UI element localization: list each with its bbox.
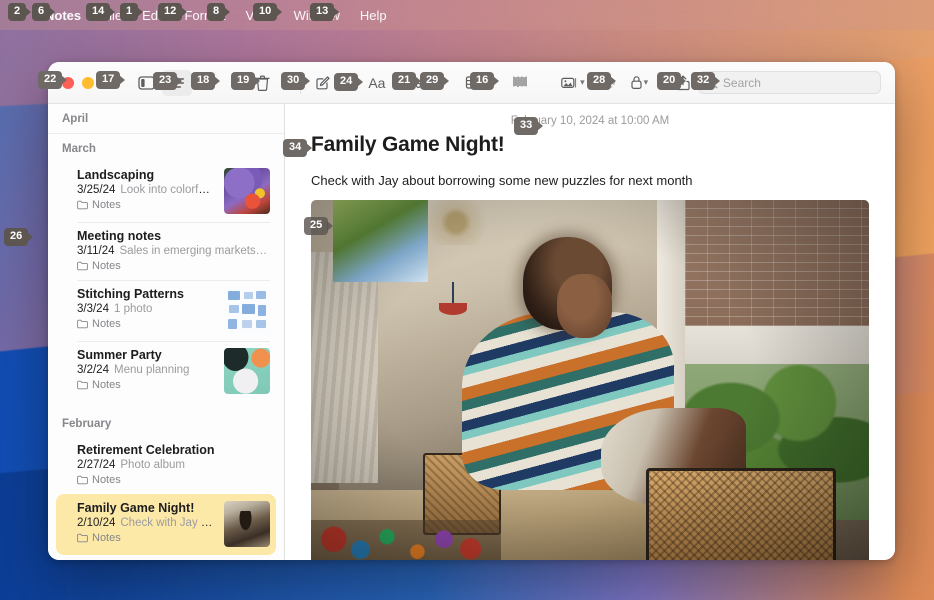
- format-text-icon[interactable]: Aa: [362, 70, 392, 96]
- folder-icon: [77, 533, 88, 543]
- note-thumbnail: [224, 348, 270, 394]
- note-title: Retirement Celebration: [77, 443, 215, 457]
- badge-2: 2: [8, 3, 27, 21]
- badge-23: 23: [153, 72, 178, 90]
- badge-30: 30: [281, 72, 306, 90]
- menu-item-help[interactable]: Help: [350, 6, 397, 25]
- badge-1: 1: [120, 3, 139, 21]
- note-folder: Notes: [77, 318, 216, 330]
- badge-21: 21: [392, 72, 417, 90]
- note-subtitle: 3/11/24 Sales in emerging markets…: [77, 245, 270, 257]
- badge-19: 19: [231, 72, 256, 90]
- note-folder-label: Notes: [92, 532, 121, 544]
- badge-16: 16: [470, 72, 495, 90]
- folder-icon: [77, 319, 88, 329]
- window-body: April March Landscaping 3/25/24 Look into…: [48, 104, 895, 560]
- note-thumbnail: [224, 501, 270, 547]
- note-subtitle: 3/2/24 Menu planning: [77, 364, 216, 376]
- note-subtitle: 3/3/24 1 photo: [77, 303, 216, 315]
- note-title: Family Game Night!: [77, 501, 195, 515]
- note-subtitle: 3/25/24 Look into colorfu…: [77, 184, 216, 196]
- note-snippet: Check with Jay a…: [120, 517, 216, 529]
- badge-8: 8: [207, 3, 226, 21]
- minimize-button[interactable]: [82, 76, 94, 89]
- badge-20: 20: [657, 72, 682, 90]
- badge-33: 33: [514, 117, 539, 135]
- folder-icon: [77, 261, 88, 271]
- note-folder: Notes: [77, 260, 270, 272]
- list-item-selected[interactable]: Family Game Night! 2/10/24 Check with Jay…: [56, 494, 276, 555]
- note-date: 3/3/24: [77, 303, 109, 315]
- note-date: 3/2/24: [77, 364, 109, 376]
- list-item[interactable]: Landscaping 3/25/24 Look into colorfu… No…: [56, 161, 276, 222]
- folder-icon: [77, 200, 88, 210]
- note-content[interactable]: February 10, 2024 at 10:00 AM Family Gam…: [285, 104, 895, 560]
- note-date: 3/11/24: [77, 245, 115, 257]
- link-icon[interactable]: [506, 70, 536, 96]
- note-folder-label: Notes: [92, 199, 121, 211]
- section-header-march: March: [62, 143, 96, 155]
- badge-29: 29: [420, 72, 445, 90]
- badge-34: 34: [283, 139, 308, 157]
- media-chevron-down-icon[interactable]: ▾: [580, 77, 585, 88]
- note-body-text[interactable]: Check with Jay about borrowing some new …: [285, 157, 895, 200]
- badge-26: 26: [4, 228, 29, 246]
- search-placeholder: Search: [722, 75, 761, 90]
- note-folder-label: Notes: [92, 379, 121, 391]
- note-title: Stitching Patterns: [77, 287, 184, 301]
- note-folder: Notes: [77, 532, 216, 544]
- folder-icon: [77, 380, 88, 390]
- note-subtitle: 2/10/24 Check with Jay a…: [77, 517, 216, 529]
- note-folder-label: Notes: [92, 318, 121, 330]
- badge-18: 18: [191, 72, 216, 90]
- lock-icon[interactable]: ▾: [622, 70, 656, 96]
- note-date: 2/10/24: [77, 517, 116, 529]
- badge-32: 32: [691, 72, 716, 90]
- note-title: Meeting notes: [77, 229, 162, 243]
- note-folder-label: Notes: [92, 474, 121, 486]
- notes-list-sidebar[interactable]: April March Landscaping 3/25/24 Look into…: [48, 104, 285, 560]
- note-subtitle: 2/27/24 Photo album: [77, 459, 270, 471]
- notes-window: Aa ▾ ▾ Search April March Landscaping 3/…: [48, 62, 895, 560]
- lock-chevron-down-icon[interactable]: ▾: [644, 77, 649, 88]
- note-snippet: Look into colorfu…: [120, 184, 216, 196]
- badge-10: 10: [253, 3, 278, 21]
- badge-28: 28: [587, 72, 612, 90]
- note-photo[interactable]: [311, 200, 869, 560]
- badge-22: 22: [38, 71, 63, 89]
- note-snippet: 1 photo: [113, 303, 153, 315]
- badge-13: 13: [310, 3, 335, 21]
- note-snippet: Photo album: [120, 459, 185, 471]
- badge-24: 24: [334, 73, 359, 91]
- screen:  Notes File Edit Format View Window Hel…: [0, 0, 934, 600]
- list-item[interactable]: Summer Party 3/2/24 Menu planning Notes: [56, 341, 276, 402]
- note-snippet: Menu planning: [113, 364, 190, 376]
- badge-12: 12: [158, 3, 183, 21]
- list-item[interactable]: Stitching Patterns 3/3/24 1 photo Notes: [56, 280, 276, 341]
- badge-17: 17: [96, 71, 121, 89]
- section-header-february: February: [62, 418, 112, 430]
- list-item[interactable]: Meeting notes 3/11/24 Sales in emerging m…: [56, 222, 276, 280]
- note-folder: Notes: [77, 199, 216, 211]
- search-input[interactable]: Search: [697, 71, 881, 94]
- format-text-label: Aa: [368, 74, 386, 91]
- note-date: 3/25/24: [77, 184, 116, 196]
- folder-icon: [77, 475, 88, 485]
- note-folder: Notes: [77, 474, 270, 486]
- note-thumbnail: [224, 168, 270, 214]
- note-title: Landscaping: [77, 168, 155, 182]
- note-folder: Notes: [77, 379, 216, 391]
- badge-14: 14: [86, 3, 111, 21]
- note-snippet: Sales in emerging markets…: [119, 245, 268, 257]
- badge-25: 25: [304, 217, 329, 235]
- list-item[interactable]: Retirement Celebration 2/27/24 Photo albu…: [56, 436, 276, 494]
- section-header-april: April: [48, 104, 284, 134]
- note-thumbnail: [224, 287, 270, 333]
- note-title: Summer Party: [77, 348, 162, 362]
- note-date: 2/27/24: [77, 459, 116, 471]
- note-folder-label: Notes: [92, 260, 121, 272]
- page-title: Family Game Night!: [311, 133, 505, 156]
- badge-6: 6: [32, 3, 51, 21]
- note-timestamp: February 10, 2024 at 10:00 AM: [510, 115, 670, 127]
